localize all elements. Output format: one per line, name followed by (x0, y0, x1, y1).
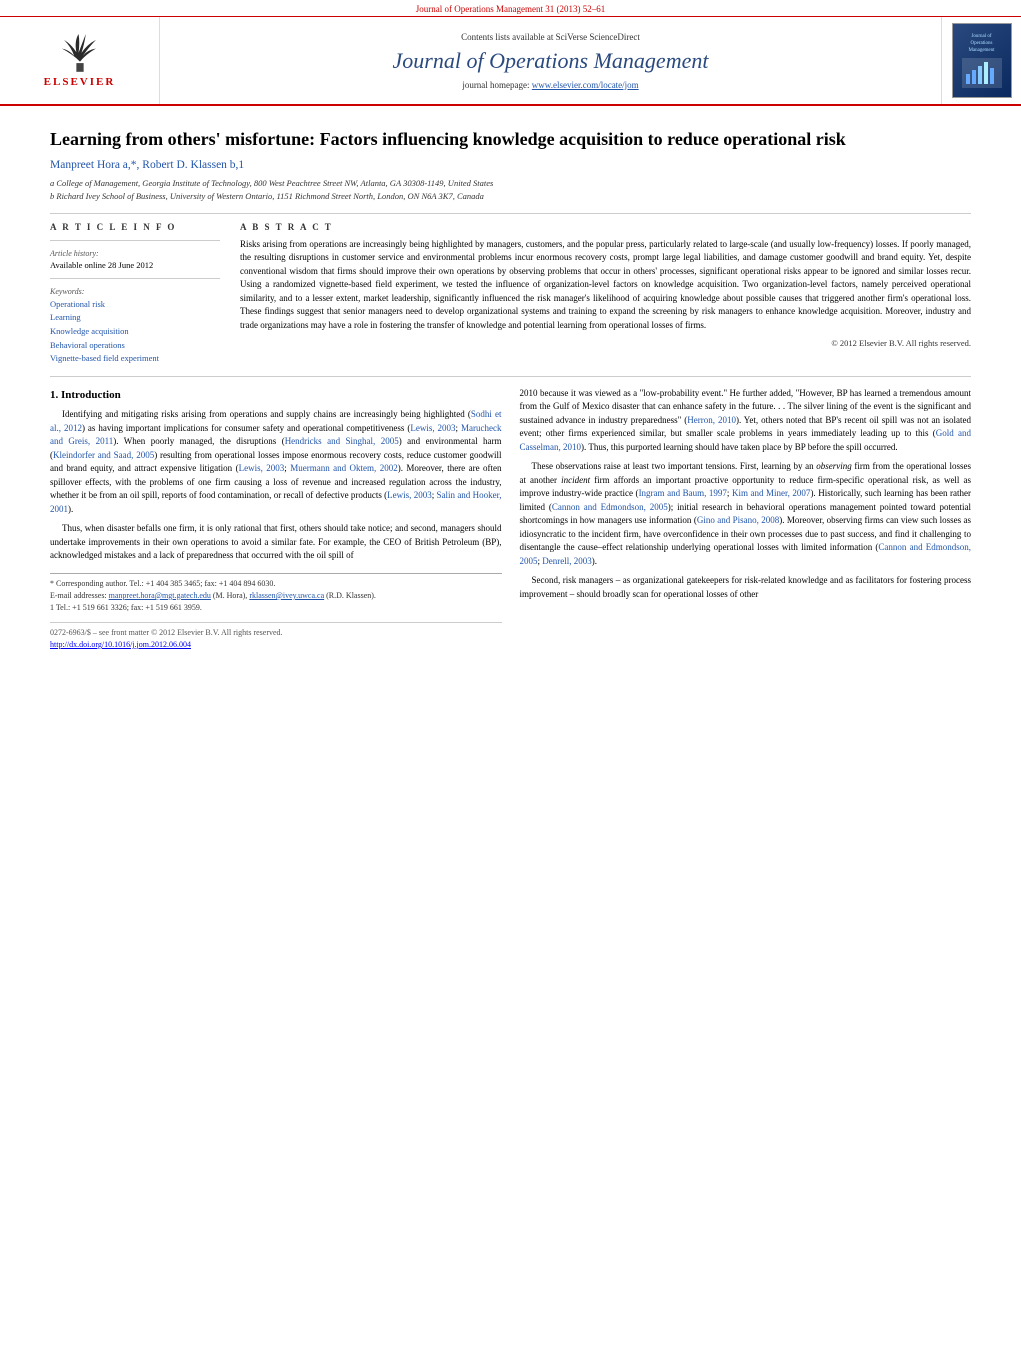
body-para-2: Thus, when disaster befalls one firm, it… (50, 522, 502, 563)
keyword-3: Knowledge acquisition (50, 325, 220, 339)
footnote-bottom: 0272-6963/$ – see front matter © 2012 El… (50, 622, 502, 651)
journal-info-center: Contents lists available at SciVerse Sci… (160, 17, 941, 104)
ref-salin[interactable]: Salin and Hooker, 2001 (50, 490, 502, 514)
footnotes: * Corresponding author. Tel.: +1 404 385… (50, 573, 502, 614)
history-label: Article history: (50, 249, 220, 258)
article-info-heading: A R T I C L E I N F O (50, 222, 220, 232)
keyword-4: Behavioral operations (50, 339, 220, 353)
journal-title: Journal of Operations Management (393, 48, 709, 74)
abstract-section: A B S T R A C T Risks arising from opera… (240, 222, 971, 366)
cover-line1: Journal of (968, 33, 994, 40)
journal-header: ELSEVIER Contents lists available at Sci… (0, 17, 1021, 106)
email2-name: (R.D. Klassen). (326, 591, 376, 600)
ref-gino[interactable]: Gino and Pisano, 2008 (697, 515, 779, 525)
keywords-label: Keywords: (50, 287, 220, 296)
email1-name: (M. Hora), (213, 591, 247, 600)
copyright-line: © 2012 Elsevier B.V. All rights reserved… (240, 338, 971, 348)
elsevier-label: ELSEVIER (44, 76, 116, 88)
cover-graphic (962, 58, 1002, 88)
ref-muermann[interactable]: Muermann and Oktem, 2002 (290, 463, 398, 473)
sciverse-line: Contents lists available at SciVerse Sci… (461, 32, 640, 42)
journal-cover-thumbnail: Journal of Operations Management (952, 23, 1012, 98)
divider-1 (50, 213, 971, 214)
email-label: E-mail addresses: (50, 591, 107, 600)
doi-link[interactable]: http://dx.doi.org/10.1016/j.jom.2012.06.… (50, 640, 191, 649)
footnote-doi: http://dx.doi.org/10.1016/j.jom.2012.06.… (50, 639, 502, 651)
body-col-right: 2010 because it was viewed as a "low-pro… (520, 387, 972, 651)
footnote-corresponding: * Corresponding author. Tel.: +1 404 385… (50, 578, 502, 590)
ref-kim[interactable]: Kim and Miner, 2007 (732, 488, 810, 498)
email1-link[interactable]: manpreet.hora@mgt.gatech.edu (109, 591, 211, 600)
journal-top-bar: Journal of Operations Management 31 (201… (0, 0, 1021, 17)
history-value: Available online 28 June 2012 (50, 260, 220, 270)
divider-3 (50, 278, 220, 279)
cover-graphic-icon (964, 60, 1000, 86)
affiliations: a College of Management, Georgia Institu… (50, 177, 971, 203)
journal-citation: Journal of Operations Management 31 (201… (416, 4, 605, 14)
divider-2 (50, 240, 220, 241)
body-columns: 1. Introduction Identifying and mitigati… (50, 387, 971, 651)
authors-line: Manpreet Hora a,*, Robert D. Klassen b,1 (50, 159, 971, 171)
article-info-section: A R T I C L E I N F O Article history: A… (50, 222, 971, 366)
ref-lewis2003b[interactable]: Lewis, 2003 (239, 463, 285, 473)
keywords-list: Operational risk Learning Knowledge acqu… (50, 298, 220, 366)
article-info-left: A R T I C L E I N F O Article history: A… (50, 222, 220, 366)
email2-link[interactable]: rklassen@ivey.uwca.ca (249, 591, 324, 600)
body-para-4: These observations raise at least two im… (520, 460, 972, 568)
footnote-issn: 0272-6963/$ – see front matter © 2012 El… (50, 627, 502, 639)
footnote-email: E-mail addresses: manpreet.hora@mgt.gate… (50, 590, 502, 602)
affiliation-b: b Richard Ivey School of Business, Unive… (50, 190, 971, 203)
ref-cannon[interactable]: Cannon and Edmondson, 2005 (552, 502, 668, 512)
article-title: Learning from others' misfortune: Factor… (50, 128, 971, 151)
ref-ingram[interactable]: Ingram and Baum, 1997 (639, 488, 727, 498)
footnote-1: 1 Tel.: +1 519 661 3326; fax: +1 519 661… (50, 602, 502, 614)
cover-line2: Operations (968, 40, 994, 47)
main-content: Learning from others' misfortune: Factor… (0, 106, 1021, 661)
ref-lewis2003c[interactable]: Lewis, 2003 (387, 490, 432, 500)
elsevier-logo: ELSEVIER (20, 31, 140, 91)
body-para-1: Identifying and mitigating risks arising… (50, 408, 502, 516)
keyword-5: Vignette-based field experiment (50, 352, 220, 366)
abstract-heading: A B S T R A C T (240, 222, 971, 232)
ref-kleindorfer[interactable]: Kleindorfer and Saad, 2005 (53, 450, 154, 460)
keyword-1: Operational risk (50, 298, 220, 312)
keyword-2: Learning (50, 311, 220, 325)
authors-text: Manpreet Hora a,*, Robert D. Klassen b,1 (50, 159, 244, 171)
body-para-5: Second, risk managers – as organizationa… (520, 574, 972, 601)
ref-lewis2003[interactable]: Lewis, 2003 (410, 423, 455, 433)
ref-hendricks[interactable]: Hendricks and Singhal, 2005 (285, 436, 399, 446)
journal-cover-section: Journal of Operations Management (941, 17, 1021, 104)
cover-line3: Management (968, 47, 994, 54)
body-col-left: 1. Introduction Identifying and mitigati… (50, 387, 502, 651)
elsevier-logo-section: ELSEVIER (0, 17, 160, 104)
divider-4 (50, 376, 971, 377)
section1-title: 1. Introduction (50, 387, 502, 404)
homepage-url[interactable]: www.elsevier.com/locate/jom (532, 80, 639, 90)
journal-homepage: journal homepage: www.elsevier.com/locat… (462, 80, 638, 90)
affiliation-a: a College of Management, Georgia Institu… (50, 177, 971, 190)
ref-gold[interactable]: Gold and Casselman, 2010 (520, 428, 972, 452)
abstract-text: Risks arising from operations are increa… (240, 238, 971, 333)
body-para-3: 2010 because it was viewed as a "low-pro… (520, 387, 972, 455)
ref-denrell[interactable]: Denrell, 2003 (542, 556, 592, 566)
elsevier-tree-icon (50, 34, 110, 74)
ref-herron[interactable]: Herron, 2010 (687, 415, 736, 425)
